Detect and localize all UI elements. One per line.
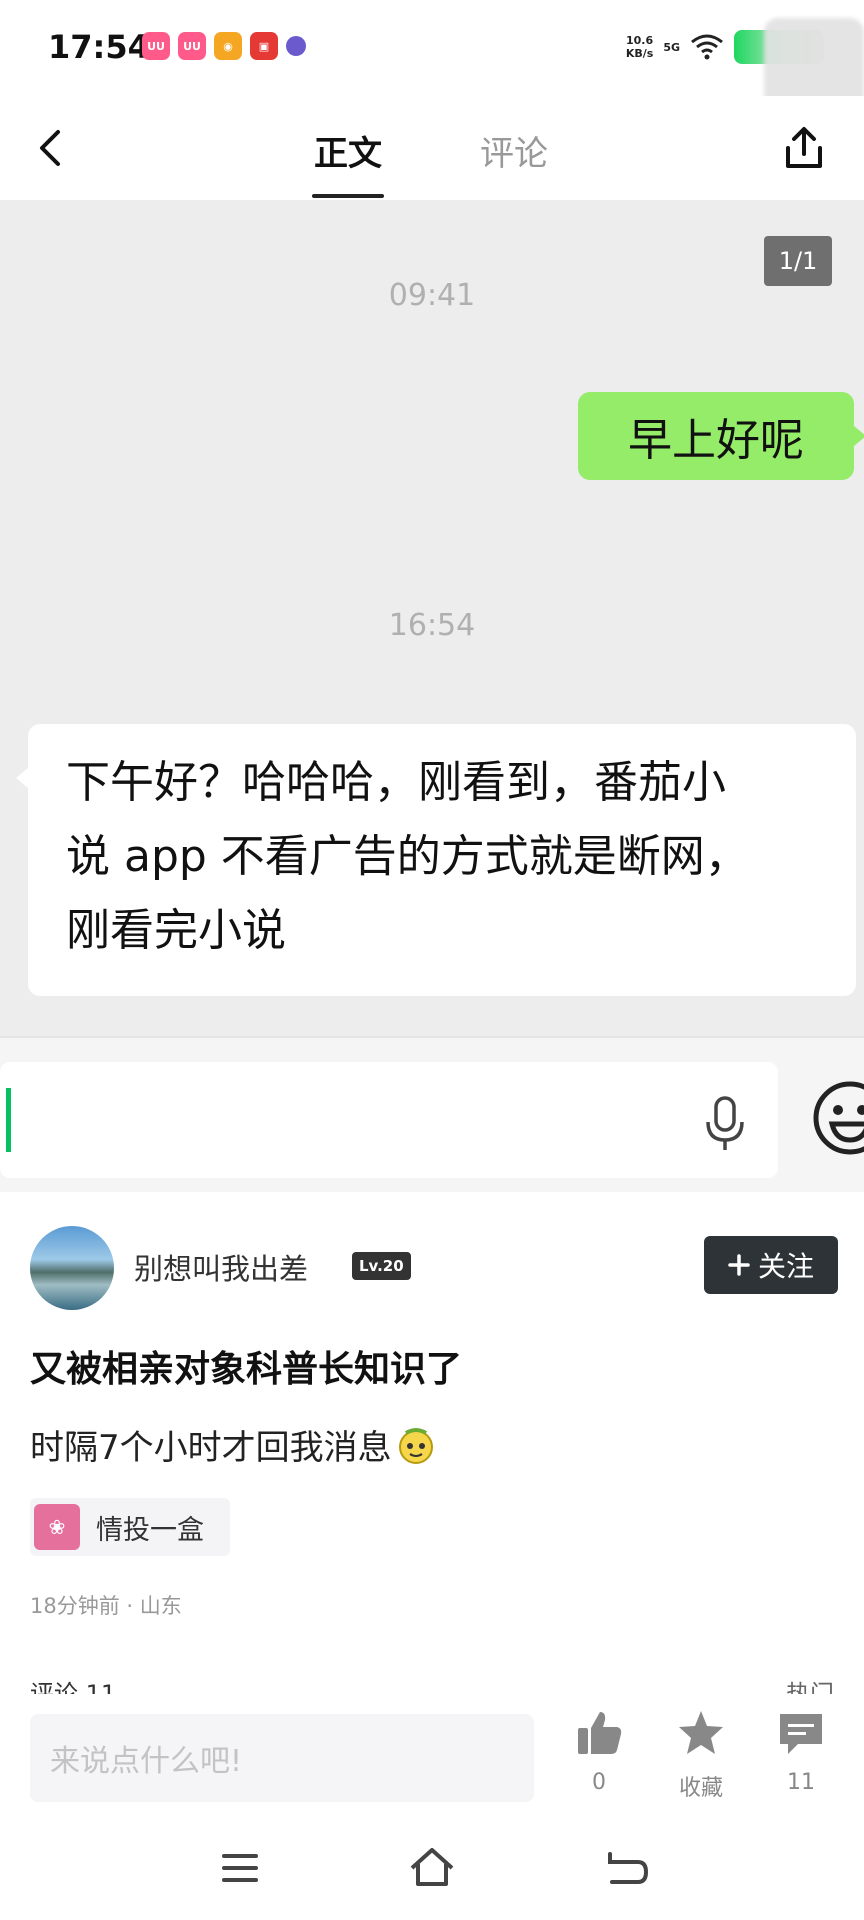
weibo-icon: ◉ [214,32,242,60]
chat-bubble-received: 下午好？哈哈哈，刚看到，番茄小 说 app 不看广告的方式就是断网， 刚看完小说 [16,724,856,996]
topic-tag[interactable]: ❀ 情投一盒 [30,1498,230,1556]
emoji-face-icon [398,1427,433,1464]
sort-hot-button[interactable]: 热门 [786,1674,834,1694]
level-badge: Lv.20 [352,1252,411,1280]
back-button[interactable] [30,126,70,170]
chat-input-field [0,1062,778,1178]
share-button[interactable] [780,124,828,172]
menu-icon[interactable] [212,1840,268,1896]
message-line: 说 app 不看广告的方式就是断网， [66,831,749,882]
message-line: 刚看完小说 [66,905,286,956]
app-dot-icon [286,36,306,56]
favorite-label: 收藏 [678,1776,723,1801]
wifi-icon [691,34,723,60]
comment-header: 评论 11 热门 [0,1660,864,1694]
chat-bubble-sent: 早上好呢 [578,392,864,480]
star-icon [679,1711,723,1754]
post-content: 别想叫我出差 Lv.20 关注 又被相亲对象科普长知识了 时隔7个小时才回我消息… [0,1192,864,1652]
comment-count: 11 [787,1770,815,1795]
home-icon[interactable] [404,1840,460,1896]
top-nav: 正文 评论 [0,96,864,200]
microphone-icon [706,1096,744,1150]
status-bar: 17:54 UU UU ◉ ▣ 10.6 KB/s 5G [0,0,864,108]
status-time: 17:54 [48,28,150,66]
post-body: 时隔7个小时才回我消息 [30,1420,436,1469]
topic-label: 情投一盒 [96,1514,204,1546]
redpacket-icon: ▣ [250,32,278,60]
system-nav-bar [0,1818,864,1920]
chat-timestamp: 16:54 [388,608,476,643]
chat-timestamp: 09:41 [388,278,476,313]
avatar[interactable] [30,1226,114,1310]
status-app-icons: UU UU ◉ ▣ [142,32,306,60]
share-icon [786,127,822,168]
topic-icon: ❀ [34,1504,80,1550]
post-title: 又被相亲对象科普长知识了 [30,1349,463,1390]
message-line: 下午好？哈哈哈，刚看到，番茄小 [66,757,726,808]
comment-input[interactable]: 来说点什么吧! [30,1714,534,1802]
tab-indicator [312,194,384,198]
chat-input-bar [0,1036,864,1192]
tab-comments[interactable]: 评论 [480,126,548,175]
emoji-icon [813,1081,864,1155]
author-name[interactable]: 别想叫我出差 [134,1246,308,1288]
thumbs-up-icon [578,1712,622,1754]
signal-icon: 5G [663,40,680,54]
plus-icon [728,1254,750,1276]
blur-overlay [764,18,864,108]
tab-main-text[interactable]: 正文 [314,126,382,175]
comment-icon [780,1714,822,1754]
comment-button[interactable]: 11 [756,1708,846,1795]
follow-button[interactable]: 关注 [704,1236,838,1294]
post-meta: 18分钟前 · 山东 [30,1594,182,1618]
app-badge-icon: UU [142,32,170,60]
net-speed: 10.6 KB/s [625,34,654,60]
bottom-action-bar: 来说点什么吧! 0 收藏 11 [0,1694,864,1818]
like-count: 0 [592,1770,606,1795]
follow-label: 关注 [757,1250,814,1283]
comment-count-label: 评论 11 [30,1680,117,1694]
favorite-button[interactable]: 收藏 [656,1708,746,1802]
app-badge-icon: UU [178,32,206,60]
text-cursor [6,1088,11,1152]
chevron-left-icon [40,130,60,166]
back-nav-icon[interactable] [598,1840,654,1896]
like-button[interactable]: 0 [554,1708,644,1795]
chat-screenshot[interactable]: 1/1 09:41 早上好呢 16:54 下午好？哈哈哈，刚看到，番茄小 说 a… [0,200,864,1040]
